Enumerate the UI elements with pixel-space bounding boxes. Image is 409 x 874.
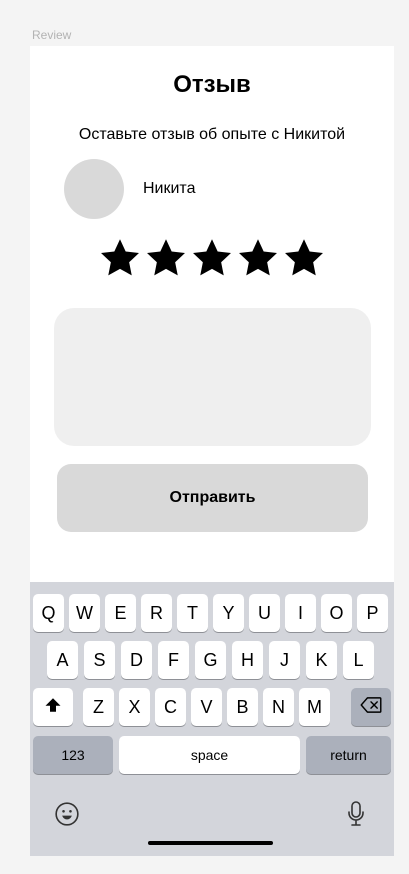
key-s[interactable]: S xyxy=(84,641,115,679)
emoji-icon[interactable] xyxy=(52,799,82,829)
numbers-key[interactable]: 123 xyxy=(33,736,113,774)
user-row: Никита xyxy=(64,159,195,219)
review-text-field[interactable] xyxy=(54,308,371,446)
star-3-icon[interactable] xyxy=(190,236,234,280)
page-subtitle: Оставьте отзыв об опыте с Никитой xyxy=(78,126,346,143)
key-q[interactable]: Q xyxy=(33,594,64,632)
key-x[interactable]: X xyxy=(119,688,150,726)
backspace-key[interactable] xyxy=(351,688,391,726)
avatar xyxy=(64,159,124,219)
key-e[interactable]: E xyxy=(105,594,136,632)
key-a[interactable]: A xyxy=(47,641,78,679)
key-t[interactable]: T xyxy=(177,594,208,632)
user-name: Никита xyxy=(143,180,196,197)
shift-key[interactable] xyxy=(33,688,73,726)
key-j[interactable]: J xyxy=(269,641,300,679)
key-u[interactable]: U xyxy=(249,594,280,632)
key-i[interactable]: I xyxy=(285,594,316,632)
home-indicator xyxy=(148,841,273,845)
key-f[interactable]: F xyxy=(158,641,189,679)
key-y[interactable]: Y xyxy=(213,594,244,632)
space-key[interactable]: space xyxy=(119,736,300,774)
key-v[interactable]: V xyxy=(191,688,222,726)
key-l[interactable]: L xyxy=(343,641,374,679)
star-rating xyxy=(30,236,394,280)
page-title: Отзыв xyxy=(173,71,251,98)
shift-icon xyxy=(44,696,62,719)
key-w[interactable]: W xyxy=(69,594,100,632)
key-g[interactable]: G xyxy=(195,641,226,679)
key-k[interactable]: K xyxy=(306,641,337,679)
microphone-icon[interactable] xyxy=(341,799,371,829)
key-h[interactable]: H xyxy=(232,641,263,679)
star-2-icon[interactable] xyxy=(144,236,188,280)
key-n[interactable]: N xyxy=(263,688,294,726)
key-c[interactable]: C xyxy=(155,688,186,726)
key-o[interactable]: O xyxy=(321,594,352,632)
star-1-icon[interactable] xyxy=(98,236,142,280)
key-p[interactable]: P xyxy=(357,594,388,632)
backspace-icon xyxy=(360,696,382,718)
star-4-icon[interactable] xyxy=(236,236,280,280)
key-r[interactable]: R xyxy=(141,594,172,632)
star-5-icon[interactable] xyxy=(282,236,326,280)
key-d[interactable]: D xyxy=(121,641,152,679)
keyboard: Q W E R T Y U I O P A S D F G H J K L Z … xyxy=(30,582,394,856)
submit-button[interactable]: Отправить xyxy=(57,464,368,532)
key-m[interactable]: M xyxy=(299,688,330,726)
key-z[interactable]: Z xyxy=(83,688,114,726)
frame-label: Review xyxy=(32,28,72,42)
key-b[interactable]: B xyxy=(227,688,258,726)
review-screen: Отзыв Оставьте отзыв об опыте с Никитой … xyxy=(30,46,394,856)
return-key[interactable]: return xyxy=(306,736,391,774)
